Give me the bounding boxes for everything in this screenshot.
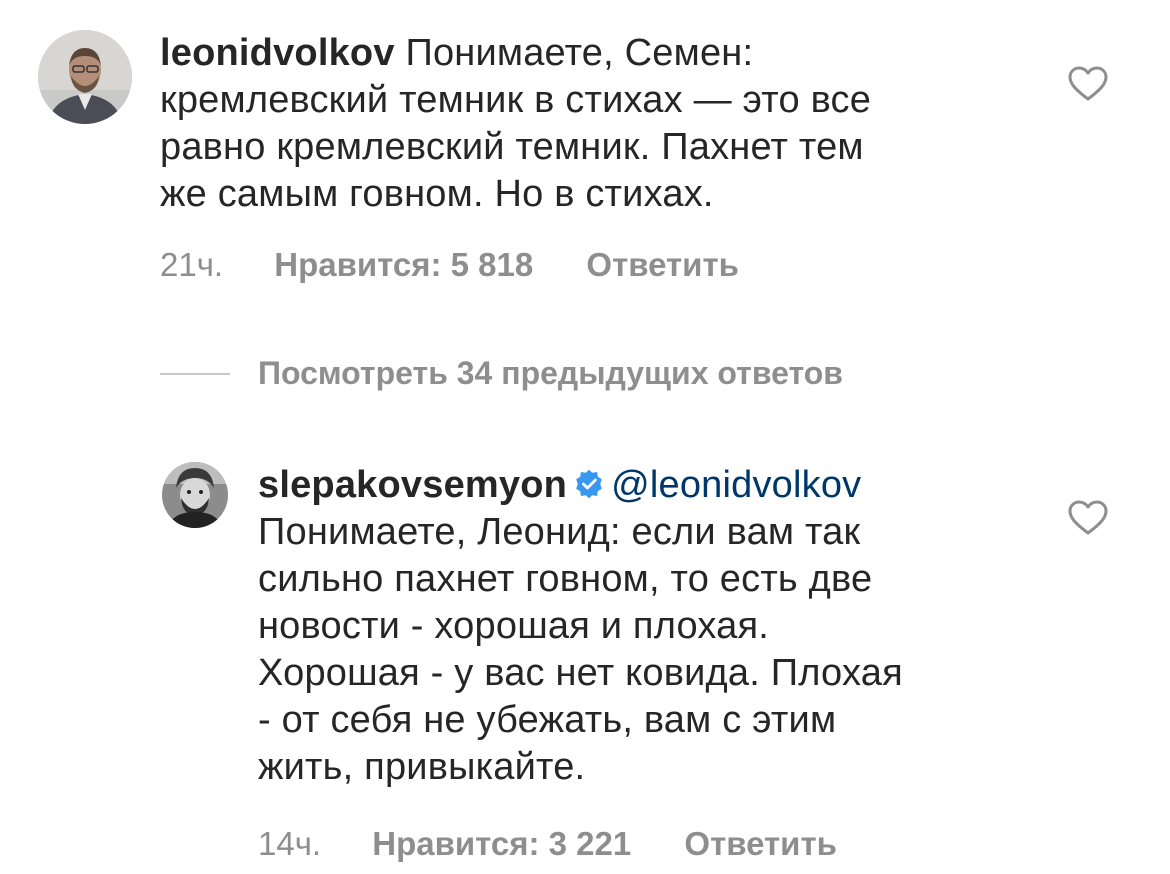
comment-line: жить, привыкайте. bbox=[258, 746, 586, 788]
timestamp[interactable]: 14ч. bbox=[258, 825, 321, 862]
comment-line: Понимаете, Леонид: если вам так bbox=[258, 511, 861, 553]
comment-line: leonidvolkov Понимаете, Семен: bbox=[160, 30, 1040, 77]
comment-line: же самым говном. Но в стихах. bbox=[160, 173, 714, 215]
reply-button[interactable]: Ответить bbox=[684, 825, 837, 862]
comment-line: Хорошая - у вас нет ковида. Плохая bbox=[258, 652, 903, 694]
avatar[interactable] bbox=[38, 30, 132, 124]
divider bbox=[160, 372, 230, 375]
comment-line: новости - хорошая и плохая. bbox=[258, 605, 770, 647]
comment-line: slepakovsemyon @leonidvolkov bbox=[258, 462, 1038, 509]
likes-count[interactable]: Нравится: 5 818 bbox=[274, 246, 533, 283]
heart-outline-icon[interactable] bbox=[1068, 500, 1108, 536]
username[interactable]: leonidvolkov bbox=[160, 32, 395, 74]
comment-line-text: Понимаете, Семен: bbox=[405, 32, 754, 74]
view-replies-label[interactable]: Посмотреть 34 предыдущих ответов bbox=[258, 355, 843, 391]
verified-badge-icon bbox=[576, 469, 602, 499]
username[interactable]: slepakovsemyon bbox=[258, 464, 567, 506]
reply-button[interactable]: Ответить bbox=[586, 246, 739, 283]
mention-link[interactable]: @leonidvolkov bbox=[611, 464, 861, 506]
comment-line: сильно пахнет говном, то есть две bbox=[258, 558, 873, 600]
comment-line: равно кремлевский темник. Пахнет тем bbox=[160, 126, 864, 168]
comment-meta: 21ч. Нравится: 5 818 Ответить bbox=[160, 245, 739, 285]
timestamp[interactable]: 21ч. bbox=[160, 246, 223, 283]
comment-text: leonidvolkov Понимаете, Семен: кремлевск… bbox=[160, 30, 1040, 218]
likes-count[interactable]: Нравится: 3 221 bbox=[372, 825, 631, 862]
comment-text: slepakovsemyon @leonidvolkov Понимаете, … bbox=[258, 462, 1038, 791]
comment-line: - от себя не убежать, вам с этим bbox=[258, 699, 837, 741]
avatar[interactable] bbox=[162, 462, 228, 528]
comment-meta: 14ч. Нравится: 3 221 Ответить bbox=[258, 824, 837, 864]
heart-outline-icon[interactable] bbox=[1068, 66, 1108, 102]
view-previous-replies[interactable]: Посмотреть 34 предыдущих ответов bbox=[160, 355, 843, 395]
comment-line: кремлевский темник в стихах — это все bbox=[160, 79, 872, 121]
